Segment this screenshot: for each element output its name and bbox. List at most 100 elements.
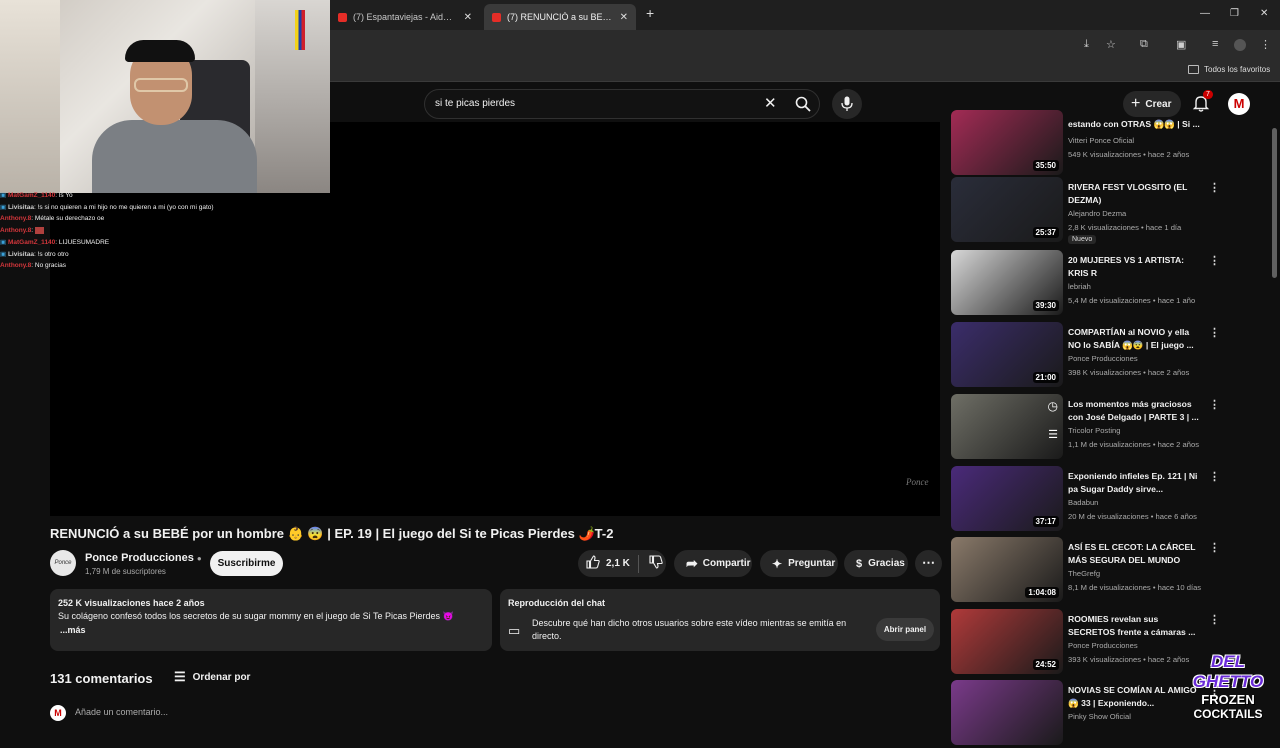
chat-message: ▣ Livisitaa: !s otro otro [0,250,69,258]
add-to-queue-icon[interactable]: ☰ [1048,428,1058,441]
new-badge: Nuevo [1068,235,1097,244]
microphone-icon [841,96,853,111]
recommended-video-title[interactable]: COMPARTÍAN al NOVIO y ella NO lo SABÍA 😱… [1068,326,1203,352]
channel-watermark-logo: Ponce [906,477,929,487]
video-options-icon[interactable]: ⋮ [1209,398,1220,411]
chat-replay-title: Reproducción del chat [508,598,606,608]
description-box[interactable]: 252 K visualizaciones hace 2 años Su col… [50,589,492,651]
share-button[interactable]: ➦ Compartir [674,550,752,577]
video-thumbnail[interactable]: 37:17 [951,466,1063,531]
ask-button[interactable]: ✦ Preguntar [760,550,838,577]
recommended-video[interactable]: 39:30 20 MUJERES VS 1 ARTISTA: KRIS R lebr… [951,250,1271,318]
watch-later-icon[interactable]: ◷ [1048,399,1058,413]
maximize-icon[interactable]: ❐ [1230,8,1239,19]
video-thumbnail[interactable]: 24:52 [951,609,1063,674]
voice-search-button[interactable] [832,89,862,119]
plus-icon: + [1131,95,1141,112]
video-duration: 25:37 [1032,227,1059,238]
sort-icon: ☰ [174,669,186,684]
video-options-icon[interactable]: ⋮ [1209,541,1220,554]
video-options-icon[interactable]: ⋮ [1209,613,1220,626]
sidebar-scrollbar[interactable] [1272,128,1277,278]
search-input[interactable]: si te picas pierdes [435,98,515,109]
browser-menu-icon[interactable]: ⋮ [1260,38,1271,51]
new-tab-button[interactable]: + [646,5,654,21]
streamer-body [92,120,257,193]
recommended-video[interactable]: 37:17 Exponiendo infieles Ep. 121 | Ni pa… [951,466,1271,534]
recommended-video-meta: 5,4 M de visualizaciones • hace 1 año [1068,296,1196,305]
recommended-video[interactable]: 25:37 RIVERA FEST VLOGSITO (EL DEZMA) Alej… [951,177,1271,245]
close-tab-icon[interactable]: ✕ [456,12,472,23]
channel-name[interactable]: Ponce Producciones ● [85,552,202,564]
verified-icon: ● [196,554,202,563]
chat-replay-description: Descubre qué han dicho otros usuarios so… [532,618,847,641]
video-options-icon[interactable]: ⋮ [1209,181,1220,194]
like-button[interactable] [586,555,600,572]
chat-message: ▣ MatGamZ_1140: LIJUESUMADRE [0,238,110,246]
recommended-video-title[interactable]: Exponiendo infieles Ep. 121 | Ni pa Suga… [1068,470,1203,496]
recommended-channel-name[interactable]: Badabun [1068,498,1098,507]
video-options-icon[interactable]: ⋮ [1209,326,1220,339]
bookmark-star-icon[interactable]: ☆ [1106,38,1116,51]
video-options-icon[interactable]: ⋮ [1209,254,1220,267]
close-tab-icon[interactable]: ✕ [612,12,628,23]
more-actions-icon[interactable]: ⋯ [915,550,942,577]
sort-comments-button[interactable]: ☰ Ordenar por [174,669,250,685]
open-panel-button[interactable]: Abrir panel [876,618,934,641]
video-thumbnail[interactable]: 35:50 [951,110,1063,175]
recommended-channel-name[interactable]: Ponce Producciones [1068,641,1138,650]
recommended-channel-name[interactable]: lebriah [1068,282,1091,291]
thumbs-down-icon [649,555,663,569]
search-icon[interactable] [795,96,811,117]
video-thumbnail[interactable]: 25:37 [951,177,1063,242]
recommended-channel-name[interactable]: Vitteri Ponce Oficial [1068,136,1134,145]
account-avatar[interactable]: M [1228,93,1250,115]
emote-icon [34,226,44,234]
recommended-video-title[interactable]: ASÍ ES EL CECOT: LA CÁRCEL MÁS SEGURA DE… [1068,541,1203,567]
video-thumbnail[interactable] [951,680,1063,745]
video-thumbnail[interactable]: 39:30 [951,250,1063,315]
recommended-video-title[interactable]: estando con OTRAS 😱😱 | Si ... [1068,118,1203,131]
video-options-icon[interactable]: ⋮ [1209,470,1220,483]
chat-message: Anthony.8: No gracias [0,262,66,270]
show-more-link[interactable]: ...más [60,625,86,635]
subscribe-button[interactable]: Suscribirme [210,551,283,576]
recommended-channel-name[interactable]: Alejandro Dezma [1068,209,1126,218]
del-ghetto-logo: DEL GHETTO FROZEN COCKTAILS [1192,652,1264,721]
side-panel-icon[interactable]: ▣ [1176,38,1186,51]
create-label: Crear [1145,98,1172,110]
recommended-video[interactable]: 21:00 COMPARTÍAN al NOVIO y ella NO lo SA… [951,322,1271,390]
profile-avatar[interactable] [1234,39,1246,51]
tab-renuncio[interactable]: (7) RENUNCIÓ a su BEBÉ por un hombre ✕ [484,4,636,30]
recommended-video-title[interactable]: ROOMIES revelan sus SECRETOS frente a cá… [1068,613,1203,639]
clear-search-icon[interactable]: ✕ [764,94,777,112]
recommended-video[interactable]: ◷ ☰ Los momentos más graciosos con José De… [951,394,1271,462]
tab-espantaviejas[interactable]: (7) Espantaviejas - Aida - YouTube ✕ [330,4,480,30]
video-thumbnail[interactable]: 21:00 [951,322,1063,387]
recommended-video-title[interactable]: RIVERA FEST VLOGSITO (EL DEZMA) [1068,181,1203,207]
search-box[interactable]: si te picas pierdes ✕ [424,89,820,119]
video-thumbnail[interactable]: ◷ ☰ [951,394,1063,459]
video-thumbnail[interactable]: 1:04:08 [951,537,1063,602]
share-icon: ➦ [686,555,698,571]
recommended-channel-name[interactable]: Ponce Producciones [1068,354,1138,363]
chat-message: ▣ MatGamZ_1140: ls Yo [0,192,73,199]
recommended-video-title[interactable]: Los momentos más graciosos con José Delg… [1068,398,1203,424]
all-bookmarks-link[interactable]: Todos los favoritos [1204,65,1270,74]
close-window-icon[interactable]: ✕ [1260,8,1268,19]
add-comment-input[interactable]: Añade un comentario... [75,707,168,717]
youtube-favicon-icon [492,12,501,22]
create-button[interactable]: + Crear [1123,91,1181,117]
thanks-button[interactable]: $ Gracias [844,550,908,577]
notifications-button[interactable]: 7 [1192,90,1213,117]
reading-list-icon[interactable]: ≡ [1212,38,1218,50]
minimize-icon[interactable]: — [1200,8,1210,19]
recommended-channel-name[interactable]: Tricolor Posting [1068,426,1120,435]
channel-avatar[interactable]: Ponce [50,550,76,576]
dislike-button[interactable] [649,555,663,572]
recommended-channel-name[interactable]: TheGrefg [1068,569,1100,578]
install-app-icon[interactable]: ⤓ [1084,38,1089,51]
extensions-icon[interactable]: ⧉ [1140,38,1148,51]
recommended-video-title[interactable]: 20 MUJERES VS 1 ARTISTA: KRIS R [1068,254,1203,280]
recommended-video[interactable]: 1:04:08 ASÍ ES EL CECOT: LA CÁRCEL MÁS SE… [951,537,1271,605]
